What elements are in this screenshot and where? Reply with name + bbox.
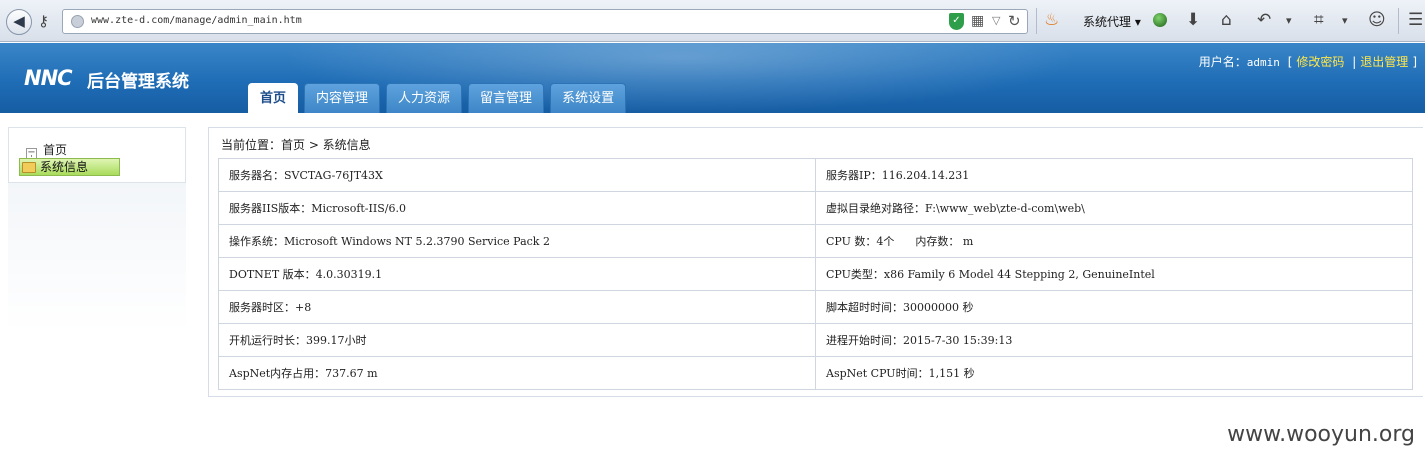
browser-toolbar: ◀ ⚷ www.zte-d.com/manage/admin_main.htm … [0, 0, 1425, 42]
sidebar-tree: − 首页 系统信息 [8, 127, 186, 183]
table-row: 开机运行时长：399.17小时 进程开始时间：2015-7-30 15:39:13 [218, 323, 1413, 357]
bracket-close: ] [1412, 55, 1417, 69]
tab-system-settings[interactable]: 系统设置 [550, 83, 627, 113]
logout-link[interactable]: 退出管理 [1360, 55, 1408, 69]
username: admin [1246, 56, 1280, 69]
chevron-down-icon[interactable]: ▽ [992, 14, 1000, 27]
table-row: 服务器名：SVCTAG-76JT43X 服务器IP：116.204.14.231 [218, 158, 1413, 192]
system-info-table: 服务器名：SVCTAG-76JT43X 服务器IP：116.204.14.231 … [218, 158, 1413, 390]
script-timeout-cell: 脚本超时时间：30000000 秒 [815, 290, 1413, 324]
qr-code-icon[interactable]: ▦ [971, 13, 984, 29]
iis-version-cell: 服务器IIS版本：Microsoft-IIS/6.0 [218, 191, 816, 225]
virtual-path-cell: 虚拟目录绝对路径：F:\www_web\zte-d-com\web\ [815, 191, 1413, 225]
os-cell: 操作系统：Microsoft Windows NT 5.2.3790 Servi… [218, 224, 816, 258]
main-nav: 首页 内容管理 人力资源 留言管理 系统设置 [248, 83, 627, 113]
sidebar-item-system-info[interactable]: 系统信息 [19, 158, 120, 176]
home-icon[interactable]: ⌂ [1221, 10, 1232, 30]
dotnet-version-cell: DOTNET 版本：4.0.30319.1 [218, 257, 816, 291]
toolbar-divider [1398, 8, 1399, 34]
sidebar-background [8, 183, 186, 333]
url-text[interactable]: www.zte-d.com/manage/admin_main.htm [91, 15, 302, 26]
shield-icon[interactable]: ✓ [949, 13, 964, 30]
process-start-cell: 进程开始时间：2015-7-30 15:39:13 [815, 323, 1413, 357]
tree-root-label: 首页 [43, 143, 68, 157]
folder-icon [22, 162, 36, 173]
cpu-type-cell: CPU类型：x86 Family 6 Model 44 Stepping 2, … [815, 257, 1413, 291]
smiley-icon[interactable]: ☺ [1368, 10, 1386, 30]
cpu-memory-cell: CPU 数：4个 内存数： m [815, 224, 1413, 258]
proxy-menu[interactable]: 系统代理 ▾ [1083, 13, 1141, 30]
server-name-cell: 服务器名：SVCTAG-76JT43X [218, 158, 816, 192]
table-row: 服务器时区：+8 脚本超时时间：30000000 秒 [218, 290, 1413, 324]
tab-home[interactable]: 首页 [248, 83, 299, 113]
toolbar-divider [1036, 8, 1037, 34]
breadcrumb: 当前位置：首页 > 系统信息 [221, 138, 371, 152]
bracket-open: [ [1287, 55, 1293, 69]
menu-icon[interactable]: ☰ [1408, 10, 1423, 30]
tab-message-management[interactable]: 留言管理 [468, 83, 545, 113]
reload-icon[interactable]: ↻ [1008, 12, 1021, 30]
sidebar-item-label: 系统信息 [40, 160, 89, 174]
crop-dropdown-icon[interactable]: ▾ [1342, 14, 1348, 27]
proxy-label: 系统代理 [1083, 15, 1132, 29]
tab-content-management[interactable]: 内容管理 [304, 83, 381, 113]
aspnet-memory-cell: AspNet内存占用：737.67 m [218, 356, 816, 390]
table-row: 服务器IIS版本：Microsoft-IIS/6.0 虚拟目录绝对路径：F:\ww… [218, 191, 1413, 225]
site-header: NNC 后台管理系统 用户名：admin [修改密码 | 退出管理] 首页 内容管… [0, 43, 1425, 113]
link-separator: | [1352, 55, 1357, 69]
crop-icon[interactable]: ⌗ [1314, 10, 1324, 30]
site-title: 后台管理系统 [87, 72, 189, 92]
download-icon[interactable]: ⬇ [1186, 10, 1200, 30]
table-row: 操作系统：Microsoft Windows NT 5.2.3790 Servi… [218, 224, 1413, 258]
server-ip-cell: 服务器IP：116.204.14.231 [815, 158, 1413, 192]
undo-dropdown-icon[interactable]: ▾ [1286, 14, 1292, 27]
address-bar[interactable]: www.zte-d.com/manage/admin_main.htm ✓ ▦ … [62, 9, 1028, 34]
table-row: AspNet内存占用：737.67 m AspNet CPU时间：1,151 秒 [218, 356, 1413, 390]
table-row: DOTNET 版本：4.0.30319.1 CPU类型：x86 Family 6 … [218, 257, 1413, 291]
timezone-cell: 服务器时区：+8 [218, 290, 816, 324]
user-bar: 用户名：admin [修改密码 | 退出管理] [1199, 53, 1421, 70]
change-password-link[interactable]: 修改密码 [1296, 55, 1344, 69]
aspnet-cpu-cell: AspNet CPU时间：1,151 秒 [815, 356, 1413, 390]
globe-icon [71, 15, 84, 28]
uptime-cell: 开机运行时长：399.17小时 [218, 323, 816, 357]
tab-human-resources[interactable]: 人力资源 [386, 83, 463, 113]
extension-icon[interactable]: ♨ [1044, 10, 1059, 30]
watermark: www.wooyun.org [1227, 422, 1415, 447]
back-button[interactable]: ◀ [6, 9, 32, 35]
key-icon[interactable]: ⚷ [38, 12, 49, 30]
undo-icon[interactable]: ↶ [1257, 10, 1271, 30]
logo-mark: NNC [24, 66, 73, 90]
username-label: 用户名： [1198, 55, 1247, 69]
proxy-status-icon[interactable] [1153, 13, 1167, 27]
